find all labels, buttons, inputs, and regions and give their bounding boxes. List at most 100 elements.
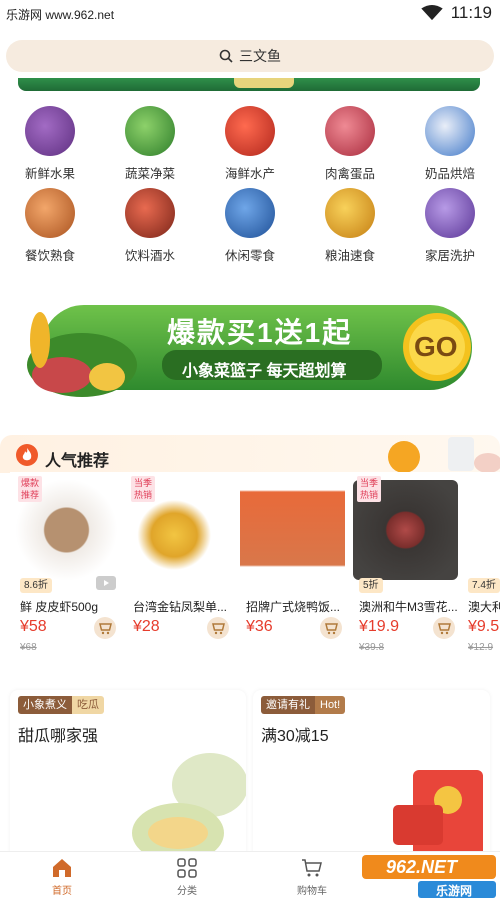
product-original-price: ¥12.9	[468, 642, 494, 653]
cart-icon	[212, 623, 225, 635]
category-label: 饮料酒水	[124, 249, 175, 263]
status-site-text: 乐游网 www.962.net	[6, 8, 115, 22]
product-name: 澳大利	[468, 600, 500, 614]
add-to-cart-button[interactable]	[207, 617, 229, 639]
wifi-icon	[421, 5, 443, 21]
category-label: 海鲜水产	[224, 167, 275, 181]
product-original-price: ¥39.8	[359, 642, 385, 653]
fruit-icon	[25, 106, 75, 156]
status-right: 11:19	[421, 3, 492, 23]
discount-badge: 7.4折	[468, 578, 500, 593]
meat-icon	[325, 106, 375, 156]
melon-feature-card[interactable]: 小象煮义 吃瓜 甜瓜哪家强	[10, 690, 246, 860]
discount-badge: 8.6折	[20, 578, 52, 593]
category-household[interactable]: 家居洗护	[400, 188, 500, 268]
product-card[interactable]: 招牌广式烧鸭饭... ¥36	[240, 472, 353, 667]
category-label: 粮油速食	[324, 249, 375, 263]
product-tag: 当季热销	[131, 476, 155, 502]
search-bar[interactable]: 三文鱼	[6, 40, 494, 72]
product-name: 台湾金钻凤梨单...	[133, 600, 228, 614]
chip-secondary: 吃瓜	[72, 696, 104, 714]
category-label: 休闲零食	[224, 249, 275, 263]
nav-label: 首页	[52, 886, 72, 897]
product-original-price: ¥68	[20, 642, 37, 653]
nav-category[interactable]: 分类	[137, 856, 237, 897]
product-price: ¥28	[133, 618, 160, 635]
category-meat[interactable]: 肉禽蛋品	[300, 106, 400, 186]
search-query: 三文鱼	[239, 48, 281, 64]
category-label: 新鲜水果	[24, 167, 75, 181]
vegetable-icon	[125, 106, 175, 156]
category-seafood[interactable]: 海鲜水产	[200, 106, 300, 186]
chip-primary: 小象煮义	[18, 696, 72, 714]
category-label: 奶品烘焙	[424, 167, 475, 181]
site-watermark: 962.NET 乐游网	[358, 851, 500, 900]
product-tag: 爆款推荐	[18, 476, 42, 502]
lobster-icon	[225, 106, 275, 156]
card-chips: 邀请有礼 Hot!	[261, 696, 346, 714]
product-name: 招牌广式烧鸭饭...	[246, 600, 341, 614]
grid-icon	[177, 858, 197, 878]
milk-icon	[425, 106, 475, 156]
nav-cart[interactable]: 购物车	[262, 856, 362, 897]
promo-subline: 小象菜篮子 每天超划算	[182, 363, 347, 380]
category-label: 餐饮熟食	[24, 249, 75, 263]
category-vegetable[interactable]: 蔬菜净菜	[100, 106, 200, 186]
home-icon	[53, 859, 71, 877]
product-carousel[interactable]: 爆款推荐 8.6折 鲜 皮皮虾500g ¥58 ¥68 当季热销 台湾金钻凤梨单…	[10, 472, 500, 667]
search-icon	[219, 49, 233, 63]
cart-icon	[302, 859, 322, 877]
popular-section: 人气推荐 爆款推荐 8.6折 鲜 皮皮虾500g ¥58 ¥68 当季热销 台湾…	[0, 435, 500, 670]
beverage-icon	[125, 188, 175, 238]
product-price: ¥36	[246, 618, 273, 635]
watermark-brand: 962.NET	[386, 857, 458, 877]
category-label: 家居洗护	[424, 249, 475, 263]
promo-headline: 爆款买1送1起	[167, 317, 353, 348]
category-dairy[interactable]: 奶品烘焙	[400, 106, 500, 186]
product-name: 澳洲和牛M3雪花...	[359, 600, 458, 614]
product-image	[240, 480, 345, 580]
video-icon	[96, 576, 116, 590]
category-cooked[interactable]: 餐饮熟食	[0, 188, 100, 268]
add-to-cart-button[interactable]	[433, 617, 455, 639]
product-card[interactable]: 当季热销 台湾金钻凤梨单... ¥28	[127, 472, 240, 667]
category-snack[interactable]: 休闲零食	[200, 188, 300, 268]
household-icon	[425, 188, 475, 238]
product-price: ¥19.9	[359, 618, 400, 635]
promo-go-button[interactable]: GO	[414, 331, 458, 363]
top-banner-edge[interactable]	[18, 78, 480, 91]
category-fruit[interactable]: 新鲜水果	[0, 106, 100, 186]
category-label: 蔬菜净菜	[124, 167, 175, 181]
category-grain-oil[interactable]: 粮油速食	[300, 188, 400, 268]
product-name: 鲜 皮皮虾500g	[20, 600, 99, 614]
snack-icon	[225, 188, 275, 238]
chip-secondary: Hot!	[315, 696, 346, 714]
category-label: 肉禽蛋品	[324, 167, 375, 181]
product-card[interactable]: 7.4折 澳大利 ¥9.5 ¥12.9	[466, 472, 500, 667]
add-to-cart-button[interactable]	[320, 617, 342, 639]
product-card[interactable]: 当季热销 5折 澳洲和牛M3雪花... ¥19.9 ¥39.8	[353, 472, 466, 667]
category-beverage[interactable]: 饮料酒水	[100, 188, 200, 268]
cart-icon	[325, 623, 338, 635]
fire-icon	[16, 444, 38, 466]
melon-image	[132, 753, 246, 860]
product-card[interactable]: 爆款推荐 8.6折 鲜 皮皮虾500g ¥58 ¥68	[14, 472, 127, 667]
card-title: 甜瓜哪家强	[18, 728, 99, 745]
status-bar: 乐游网 www.962.net 11:19	[0, 0, 500, 26]
add-to-cart-button[interactable]	[94, 617, 116, 639]
card-chips: 小象煮义 吃瓜	[18, 696, 104, 714]
cart-icon	[99, 623, 112, 635]
promo-banner[interactable]: 爆款买1送1起 小象菜篮子 每天超划算 GO	[12, 295, 486, 405]
grain-oil-icon	[325, 188, 375, 238]
product-price: ¥58	[20, 618, 47, 635]
chip-primary: 邀请有礼	[261, 696, 315, 714]
cooked-food-icon	[25, 188, 75, 238]
discount-badge: 5折	[359, 578, 383, 593]
card-title: 满30减15	[261, 728, 329, 745]
nav-home[interactable]: 首页	[12, 856, 112, 897]
product-price: ¥9.5	[468, 618, 500, 635]
coupon-feature-card[interactable]: 邀请有礼 Hot! 满30减15	[253, 690, 490, 860]
red-envelope-image	[393, 770, 483, 860]
nav-label: 分类	[177, 886, 197, 897]
status-time: 11:19	[450, 3, 492, 22]
